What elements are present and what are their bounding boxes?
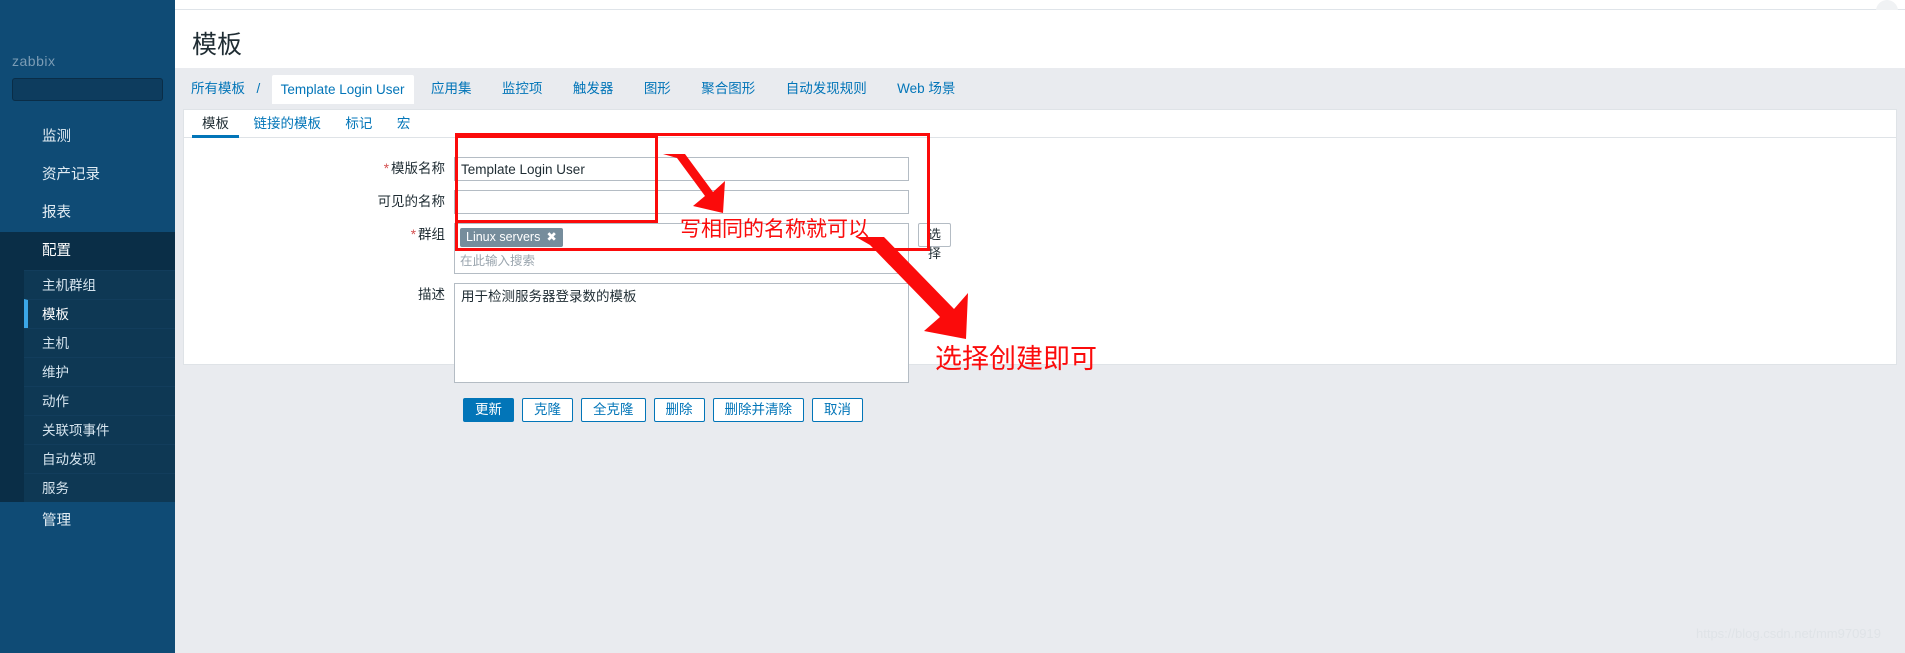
form-row-visible-name: 可见的名称 xyxy=(184,190,1896,214)
sidebar-subitem-correlation[interactable]: 关联项事件 xyxy=(24,415,175,444)
delete-and-clear-button[interactable]: 删除并清除 xyxy=(712,398,804,422)
field-description xyxy=(454,283,909,388)
delete-button[interactable]: 删除 xyxy=(653,398,705,422)
full-clone-button[interactable]: 全克隆 xyxy=(581,398,646,422)
sidebar-subitem-actions[interactable]: 动作 xyxy=(24,386,175,415)
template-form: *模版名称 可见的名称 *群组 xyxy=(184,138,1896,422)
sidebar-submenu: 主机群组 模板 主机 维护 动作 关联项事件 自动发现 服务 xyxy=(0,270,175,502)
screenshot-root: zabbix 监测 资产记录 报表 配置 主机群组 模板 主机 维护 动作 关联… xyxy=(0,0,1905,653)
sidebar-subitem-host-groups[interactable]: 主机群组 xyxy=(24,270,175,299)
label-groups: * 群组 xyxy=(410,227,445,242)
page-header: 模板 xyxy=(175,10,1905,68)
groups-multiselect[interactable]: Linux servers ✖ 在此输入搜索 xyxy=(454,223,909,274)
required-marker: * xyxy=(410,227,416,242)
form-row-template-name: * 模版名称 xyxy=(184,157,1896,181)
subtab-tags[interactable]: 标记 xyxy=(335,110,382,138)
breadcrumb-current-template[interactable]: Template Login User xyxy=(271,75,414,104)
template-name-input[interactable] xyxy=(454,157,909,181)
sidebar-item-administration[interactable]: 管理 xyxy=(0,502,175,540)
main-content: 模板 所有模板 / Template Login User 应用集 监控项 触发… xyxy=(175,10,1905,653)
sidebar-item-inventory[interactable]: 资产记录 xyxy=(0,156,175,194)
label-visible-name: 可见的名称 xyxy=(377,194,446,209)
clone-button[interactable]: 克隆 xyxy=(522,398,573,422)
subtab-template[interactable]: 模板 xyxy=(192,110,239,138)
groups-search-placeholder[interactable]: 在此输入搜索 xyxy=(460,247,903,269)
sidebar-subitem-templates[interactable]: 模板 xyxy=(24,299,175,328)
sidebar-item-reports[interactable]: 报表 xyxy=(0,194,175,232)
group-chip-label: Linux servers xyxy=(466,230,541,244)
subtab-macros[interactable]: 宏 xyxy=(387,110,421,138)
sidebar-logo: zabbix xyxy=(12,53,56,69)
sidebar-search-input[interactable] xyxy=(12,78,163,101)
top-strip xyxy=(0,0,1905,22)
form-row-groups: * 群组 Linux servers ✖ 在此输入搜索 选择 xyxy=(184,223,1896,274)
group-chip-linux-servers[interactable]: Linux servers ✖ xyxy=(460,228,563,247)
tab-screens[interactable]: 聚合图形 xyxy=(688,68,768,109)
label-template-name: * 模版名称 xyxy=(383,161,445,176)
tab-triggers[interactable]: 触发器 xyxy=(560,68,627,109)
sidebar-subitem-hosts[interactable]: 主机 xyxy=(24,328,175,357)
sidebar-item-monitoring[interactable]: 监测 xyxy=(0,118,175,156)
watermark: https://blog.csdn.net/mm970919 xyxy=(1695,626,1881,641)
page-title: 模板 xyxy=(192,31,243,59)
close-icon[interactable]: ✖ xyxy=(546,230,556,244)
breadcrumb-all-templates[interactable]: 所有模板 xyxy=(191,68,245,109)
template-form-card: 模板 链接的模板 标记 宏 *模版名称 可见的名称 xyxy=(183,109,1897,422)
form-actions: 更新 克隆 全克隆 删除 删除并清除 取消 xyxy=(184,398,1896,422)
field-template-name xyxy=(454,157,909,181)
breadcrumb: 所有模板 / Template Login User 应用集 监控项 触发器 图… xyxy=(175,68,1905,109)
select-group-button[interactable]: 选择 xyxy=(918,223,952,261)
tab-discovery-rules[interactable]: 自动发现规则 xyxy=(773,68,880,109)
description-textarea[interactable] xyxy=(454,283,909,383)
sidebar-subitem-services[interactable]: 服务 xyxy=(24,473,175,502)
field-groups: Linux servers ✖ 在此输入搜索 选择 xyxy=(454,223,952,274)
tab-web-scenarios[interactable]: Web 场景 xyxy=(884,68,968,109)
subtab-linked-templates[interactable]: 链接的模板 xyxy=(243,110,331,138)
form-row-description: 描述 xyxy=(184,283,1896,388)
label-description: 描述 xyxy=(418,287,445,302)
cancel-button[interactable]: 取消 xyxy=(812,398,863,422)
sidebar-item-configuration[interactable]: 配置 xyxy=(0,232,175,270)
tab-items[interactable]: 监控项 xyxy=(489,68,556,109)
sidebar-subitem-discovery[interactable]: 自动发现 xyxy=(24,444,175,473)
tab-applications[interactable]: 应用集 xyxy=(418,68,485,109)
visible-name-input[interactable] xyxy=(454,190,909,214)
breadcrumb-separator: / xyxy=(256,81,261,96)
sidebar-subitem-maintenance[interactable]: 维护 xyxy=(24,357,175,386)
field-visible-name xyxy=(454,190,909,214)
tab-graphs[interactable]: 图形 xyxy=(631,68,684,109)
update-button[interactable]: 更新 xyxy=(463,398,514,422)
required-marker: * xyxy=(383,161,389,176)
sidebar: zabbix 监测 资产记录 报表 配置 主机群组 模板 主机 维护 动作 关联… xyxy=(0,0,175,653)
form-subtabs: 模板 链接的模板 标记 宏 xyxy=(184,110,1896,138)
sidebar-menu: 监测 资产记录 报表 配置 主机群组 模板 主机 维护 动作 关联项事件 自动发… xyxy=(0,118,175,540)
